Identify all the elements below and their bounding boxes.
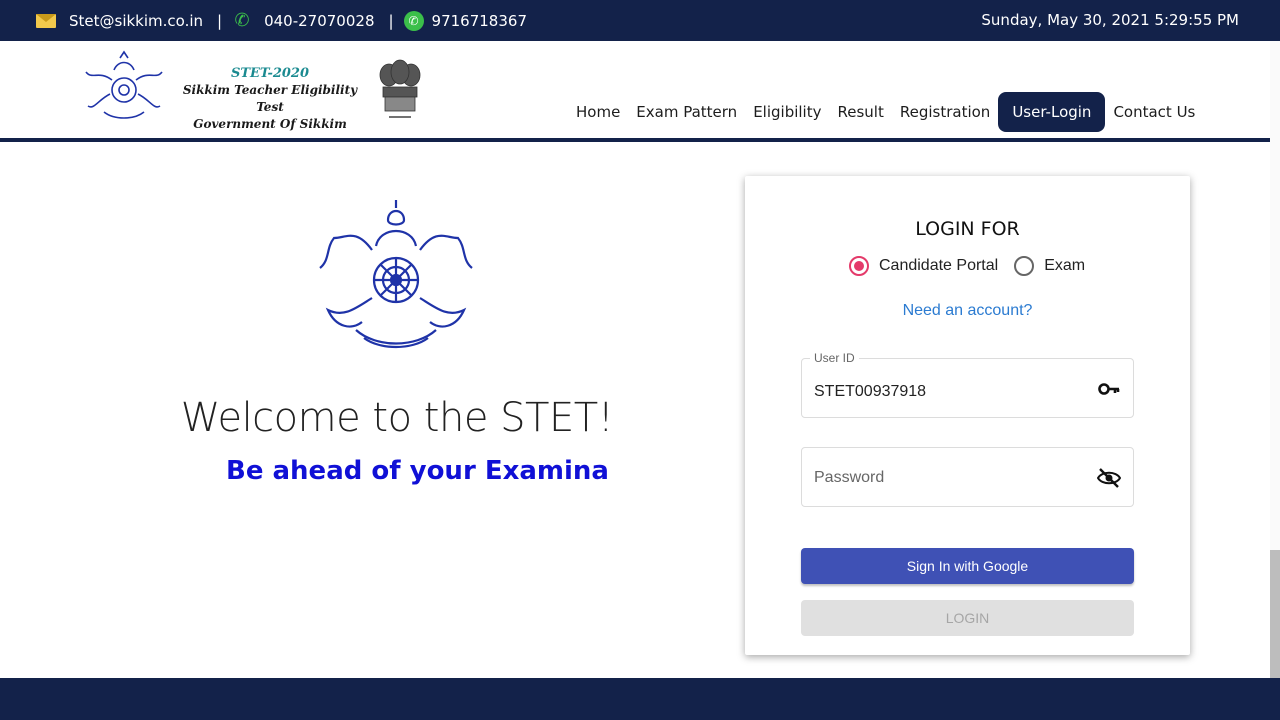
radio-candidate-portal[interactable] [849,256,869,276]
contact-phone[interactable]: 040-27070028 [264,12,374,30]
user-id-value[interactable]: STET00937918 [814,383,926,401]
radio-exam[interactable] [1014,256,1035,276]
sign-in-google-button[interactable]: Sign In with Google [801,548,1134,584]
tagline: Be ahead of your Examina [226,456,609,486]
main-nav: Home Exam Pattern Eligibility Result Reg… [568,92,1203,132]
password-placeholder[interactable]: Password [814,469,884,487]
contact-whatsapp[interactable]: 9716718367 [432,12,527,30]
current-datetime: Sunday, May 30, 2021 5:29:55 PM [981,11,1239,29]
radio-label-exam[interactable]: Exam [1044,257,1085,275]
nav-result[interactable]: Result [830,92,892,132]
radio-label-candidate-portal[interactable]: Candidate Portal [879,257,998,275]
key-icon [1098,383,1120,395]
nav-registration[interactable]: Registration [892,92,998,132]
whatsapp-icon: ✆ [403,10,424,31]
header-divider [0,138,1270,142]
brand-line-2: Sikkim Teacher Eligibility Test [182,83,358,114]
password-field[interactable]: Password [801,447,1134,507]
page-footer [0,678,1280,720]
contact-info: Stet@sikkim.co.in | ✆ 040-27070028 | ✆ 9… [36,0,527,41]
need-account-link[interactable]: Need an account? [745,302,1190,320]
login-card: LOGIN FOR Candidate Portal Exam Need an … [745,176,1190,655]
nav-home[interactable]: Home [568,92,628,132]
nav-eligibility[interactable]: Eligibility [745,92,829,132]
brand-line-1: STET-2020 [230,66,310,81]
login-button[interactable]: LOGIN [801,600,1134,636]
contact-email[interactable]: Stet@sikkim.co.in [69,12,203,30]
mail-icon [36,13,56,28]
user-id-label: User ID [810,351,859,365]
eye-off-icon[interactable] [1097,466,1121,490]
nav-contact-us[interactable]: Contact Us [1105,92,1203,132]
top-contact-bar: Stet@sikkim.co.in | ✆ 040-27070028 | ✆ 9… [0,0,1280,41]
login-title: LOGIN FOR [915,218,1020,240]
ashoka-emblem-icon [379,59,421,118]
brand-line-3: Government Of Sikkim [193,117,347,131]
login-type-radio-group: Candidate Portal Exam [849,256,1101,276]
user-id-field[interactable]: User ID STET00937918 [801,351,1134,418]
sikkim-emblem-icon [319,200,473,348]
sikkim-emblem-icon[interactable] [84,50,164,126]
scrollbar-thumb[interactable] [1270,550,1280,680]
nav-user-login[interactable]: User-Login [998,92,1106,132]
nav-exam-pattern[interactable]: Exam Pattern [628,92,745,132]
phone-icon: ✆ [234,9,250,31]
separator: | [217,11,223,30]
separator: | [388,11,394,30]
welcome-heading: Welcome to the STET! [180,395,614,441]
brand-title[interactable]: STET-2020 Sikkim Teacher Eligibility Tes… [168,65,372,133]
